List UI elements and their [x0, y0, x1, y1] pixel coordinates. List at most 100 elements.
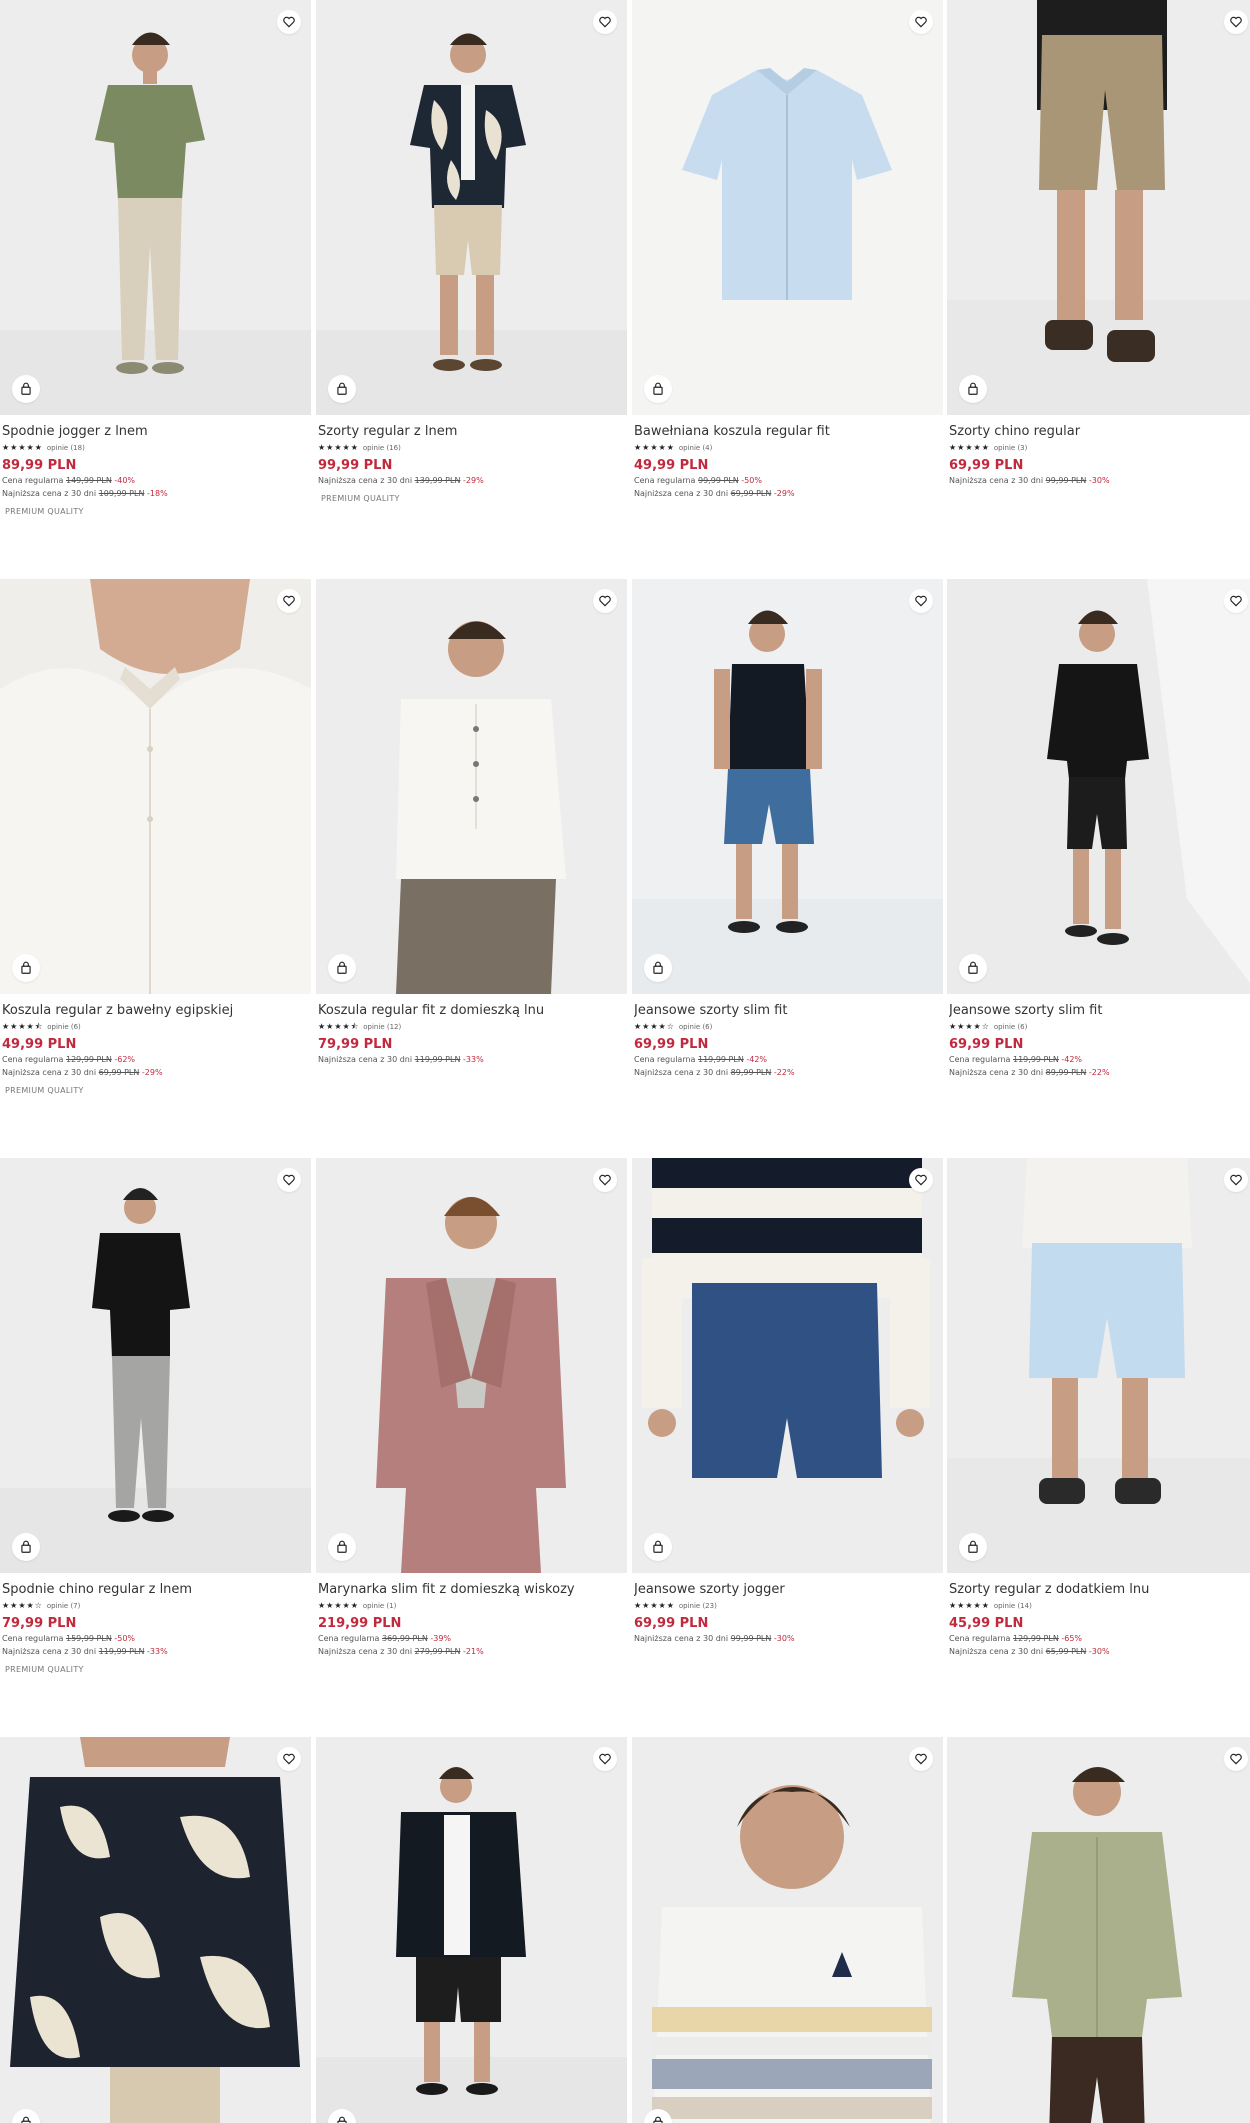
favorite-heart-icon[interactable] [1224, 10, 1248, 34]
favorite-heart-icon[interactable] [277, 10, 301, 34]
favorite-heart-icon[interactable] [909, 1747, 933, 1771]
shopping-bag-icon[interactable] [959, 1533, 987, 1561]
product-image[interactable] [316, 0, 627, 415]
current-price: 99,99 PLN [318, 458, 393, 473]
review-count[interactable]: opinie (6) [47, 1023, 81, 1031]
shopping-bag-icon[interactable] [644, 954, 672, 982]
product-image[interactable] [316, 579, 627, 994]
lowest-price-line: Najniższa cena z 30 dni 139,99 PLN -29% [318, 476, 484, 485]
review-count[interactable]: opinie (1) [363, 1602, 397, 1610]
product-card[interactable]: Szorty regular z dodatkiem lnu ★★★★★ opin… [947, 1158, 1250, 1658]
model-photo [947, 0, 1250, 415]
product-image[interactable] [0, 0, 311, 415]
product-image[interactable] [0, 1737, 311, 2123]
product-card[interactable]: Spodnie chino regular z lnem ★★★★☆ opinie… [0, 1158, 311, 1674]
premium-quality-badge: PREMIUM QUALITY [5, 1086, 84, 1095]
product-name[interactable]: Szorty chino regular [949, 423, 1250, 440]
review-count[interactable]: opinie (23) [679, 1602, 717, 1610]
favorite-heart-icon[interactable] [1224, 1747, 1248, 1771]
product-name[interactable]: Szorty regular z dodatkiem lnu [949, 1581, 1250, 1598]
product-card[interactable]: Koszula regular fit z domieszką lnu ★★★★… [316, 579, 627, 1066]
product-name[interactable]: Jeansowe szorty jogger [634, 1581, 941, 1598]
product-name[interactable]: Szorty regular z lnem [318, 423, 625, 440]
product-name[interactable]: Koszula regular fit z domieszką lnu [318, 1002, 625, 1019]
review-count[interactable]: opinie (6) [679, 1023, 713, 1031]
favorite-heart-icon[interactable] [1224, 589, 1248, 613]
product-name[interactable]: Bawełniana koszula regular fit [634, 423, 941, 440]
review-count[interactable]: opinie (4) [679, 444, 713, 452]
product-image[interactable] [0, 579, 311, 994]
lowest-price-line: Najniższa cena z 30 dni 69,99 PLN -29% [2, 1068, 163, 1077]
shopping-bag-icon[interactable] [328, 375, 356, 403]
product-card[interactable] [316, 1737, 627, 2123]
product-image[interactable] [632, 579, 943, 994]
product-card[interactable]: Koszula regular z bawełny egipskiej ★★★★… [0, 579, 311, 1095]
product-name[interactable]: Spodnie chino regular z lnem [2, 1581, 309, 1598]
favorite-heart-icon[interactable] [593, 589, 617, 613]
review-count[interactable]: opinie (14) [994, 1602, 1032, 1610]
product-card[interactable]: Jeansowe szorty jogger ★★★★★ opinie (23) … [632, 1158, 943, 1645]
regular-price-line: Cena regularna 119,99 PLN -42% [634, 1055, 768, 1064]
model-photo [642, 1158, 930, 1478]
shopping-bag-icon[interactable] [644, 1533, 672, 1561]
product-card[interactable] [632, 1737, 943, 2123]
shopping-bag-icon[interactable] [12, 375, 40, 403]
favorite-heart-icon[interactable] [909, 10, 933, 34]
model-photo [1012, 1767, 1182, 2123]
product-image[interactable] [0, 1158, 311, 1573]
product-card[interactable]: Jeansowe szorty slim fit ★★★★☆ opinie (6)… [632, 579, 943, 1079]
shopping-bag-icon[interactable] [328, 1533, 356, 1561]
review-count[interactable]: opinie (3) [994, 444, 1028, 452]
shopping-bag-icon[interactable] [644, 375, 672, 403]
product-image[interactable] [632, 1158, 943, 1573]
product-card[interactable]: Szorty regular z lnem ★★★★★ opinie (16) 9… [316, 0, 627, 503]
favorite-heart-icon[interactable] [277, 1168, 301, 1192]
product-card[interactable] [947, 1737, 1250, 2123]
review-count[interactable]: opinie (18) [47, 444, 85, 452]
product-name[interactable]: Jeansowe szorty slim fit [949, 1002, 1250, 1019]
product-card[interactable]: Jeansowe szorty slim fit ★★★★☆ opinie (6)… [947, 579, 1250, 1079]
product-image[interactable] [632, 0, 943, 415]
product-image[interactable] [316, 1158, 627, 1573]
lowest-price-line: Najniższa cena z 30 dni 69,99 PLN -29% [634, 489, 795, 498]
shopping-bag-icon[interactable] [959, 954, 987, 982]
product-card[interactable] [0, 1737, 311, 2123]
product-name[interactable]: Spodnie jogger z lnem [2, 423, 309, 440]
product-image[interactable] [947, 1158, 1250, 1573]
shopping-bag-icon[interactable] [328, 954, 356, 982]
favorite-heart-icon[interactable] [1224, 1168, 1248, 1192]
rating-stars: ★★★★⯪ [318, 1022, 360, 1031]
product-name[interactable]: Marynarka slim fit z domieszką wiskozy [318, 1581, 625, 1598]
product-card[interactable]: Szorty chino regular ★★★★★ opinie (3) 69,… [947, 0, 1250, 487]
favorite-heart-icon[interactable] [593, 1747, 617, 1771]
favorite-heart-icon[interactable] [277, 589, 301, 613]
review-count[interactable]: opinie (16) [363, 444, 401, 452]
review-count[interactable]: opinie (12) [363, 1023, 401, 1031]
shopping-bag-icon[interactable] [959, 375, 987, 403]
product-name[interactable]: Jeansowe szorty slim fit [634, 1002, 941, 1019]
review-count[interactable]: opinie (7) [47, 1602, 81, 1610]
product-image[interactable] [316, 1737, 627, 2123]
product-card[interactable]: Spodnie jogger z lnem ★★★★★ opinie (18) 8… [0, 0, 311, 516]
favorite-heart-icon[interactable] [909, 1168, 933, 1192]
model-photo [947, 579, 1250, 994]
review-count[interactable]: opinie (6) [994, 1023, 1028, 1031]
product-image[interactable] [947, 579, 1250, 994]
product-name[interactable]: Koszula regular z bawełny egipskiej [2, 1002, 309, 1019]
favorite-heart-icon[interactable] [277, 1747, 301, 1771]
lowest-price-line: Najniższa cena z 30 dni 279,99 PLN -21% [318, 1647, 484, 1656]
shopping-bag-icon[interactable] [12, 954, 40, 982]
lowest-price-line: Najniższa cena z 30 dni 89,99 PLN -22% [634, 1068, 795, 1077]
favorite-heart-icon[interactable] [593, 10, 617, 34]
favorite-heart-icon[interactable] [909, 589, 933, 613]
product-card[interactable]: Bawełniana koszula regular fit ★★★★★ opin… [632, 0, 943, 500]
current-price: 69,99 PLN [949, 1037, 1024, 1052]
product-image[interactable] [632, 1737, 943, 2123]
lowest-price-line: Najniższa cena z 30 dni 89,99 PLN -22% [949, 1068, 1110, 1077]
favorite-heart-icon[interactable] [593, 1168, 617, 1192]
product-image[interactable] [947, 0, 1250, 415]
shopping-bag-icon[interactable] [12, 1533, 40, 1561]
current-price: 45,99 PLN [949, 1616, 1024, 1631]
product-image[interactable] [947, 1737, 1250, 2123]
product-card[interactable]: Marynarka slim fit z domieszką wiskozy ★… [316, 1158, 627, 1658]
